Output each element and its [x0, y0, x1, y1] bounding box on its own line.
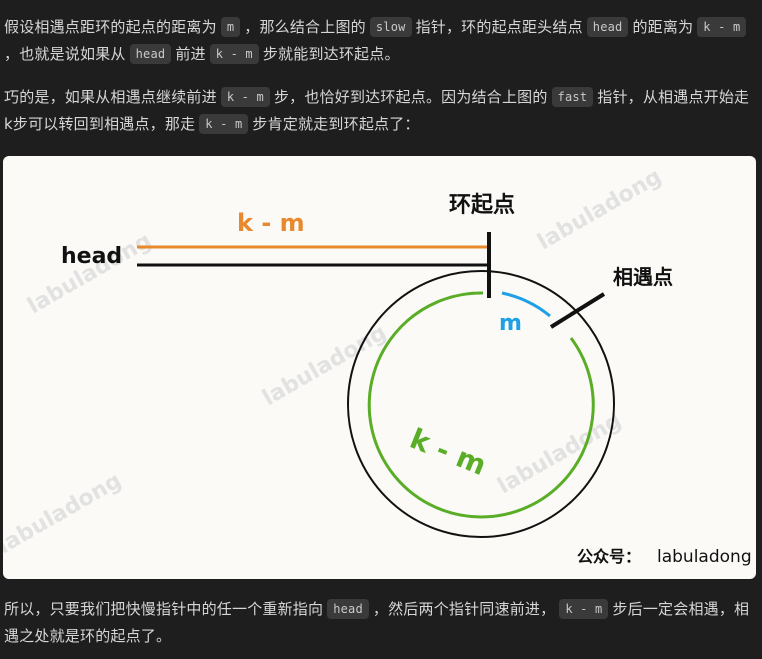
p2-text-2: 步，也恰好到达环起点。因为结合上图的	[273, 88, 548, 106]
inline-code-m: m	[220, 17, 241, 37]
label-k-minus-m-top: k - m	[237, 209, 305, 237]
inline-code-slow: slow	[369, 17, 412, 37]
label-loop-start: 环起点	[449, 192, 515, 218]
cycle-diagram-figure: labuladong labuladong labuladong labulad…	[3, 156, 756, 579]
label-k-minus-m-arc: k - m	[405, 422, 491, 482]
paragraph-2: 巧的是，如果从相遇点继续前进 k - m 步，也恰好到达环起点。因为结合上图的 fas…	[4, 84, 758, 138]
meet-point-marker	[549, 292, 606, 329]
inline-code-head: head	[129, 44, 172, 64]
label-m: m	[499, 311, 522, 336]
inline-code-head: head	[327, 599, 369, 619]
p2-text-4: 步肯定就走到环起点了：	[252, 115, 420, 133]
inline-code-k-minus-m: k - m	[697, 17, 747, 37]
p1-text-6: 前进	[175, 45, 206, 63]
p1-text-1: 假设相遇点距环的起点的距离为	[4, 18, 217, 36]
paragraph-3: 所以，只要我们把快慢指针中的任一个重新指向 head ，然后两个指针同速前进， k -…	[4, 596, 758, 650]
p1-text-4: 的距离为	[632, 18, 694, 36]
k-minus-m-green-arc	[367, 291, 595, 519]
inline-code-fast: fast	[551, 87, 594, 107]
p1-text-2: ，那么结合上图的	[244, 18, 366, 36]
p1-text-7: 步就能到达环起点。	[262, 45, 400, 63]
watermark: labuladong	[259, 320, 391, 411]
inline-code-k-minus-m: k - m	[209, 44, 259, 64]
inline-code-k-minus-m: k - m	[199, 114, 249, 134]
inline-code-k-minus-m: k - m	[220, 87, 270, 107]
signature-prefix: 公众号：	[577, 547, 641, 566]
signature-name: labuladong	[657, 547, 752, 567]
p3-text-1: 所以，只要我们把快慢指针中的任一个重新指向	[4, 600, 324, 618]
watermark: labuladong	[3, 468, 126, 559]
inline-code-head: head	[586, 17, 629, 37]
p3-text-2: ，然后两个指针同速前进，	[372, 600, 556, 618]
p1-text-3: 指针，环的起点距头结点	[415, 18, 583, 36]
p2-text-1: 巧的是，如果从相遇点继续前进	[4, 88, 217, 106]
watermark: labuladong	[534, 164, 666, 255]
paragraph-1: 假设相遇点距环的起点的距离为 m ，那么结合上图的 slow 指针，环的起点距头结点 he…	[4, 14, 758, 68]
inline-code-k-minus-m: k - m	[559, 599, 609, 619]
watermark: labuladong	[24, 228, 156, 319]
label-meet-point: 相遇点	[613, 265, 673, 289]
p1-text-5: ，也就是说如果从	[4, 45, 126, 63]
cycle-diagram: labuladong labuladong labuladong labulad…	[3, 164, 752, 567]
label-head: head	[61, 244, 122, 269]
